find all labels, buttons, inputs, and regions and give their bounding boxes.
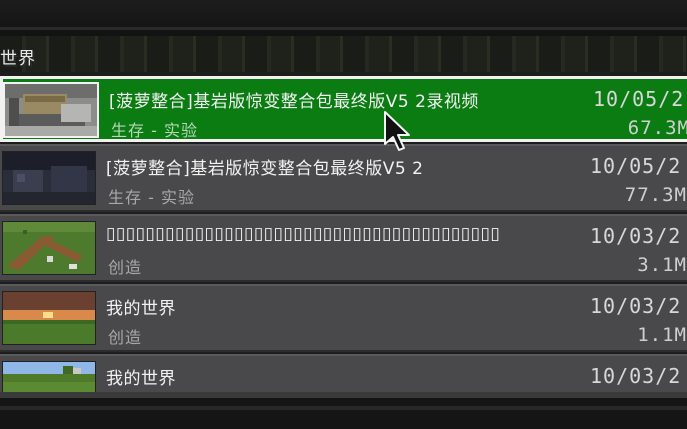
world-date: 10/05/2 bbox=[590, 154, 682, 178]
background-bookshelf bbox=[0, 36, 687, 76]
world-date: 10/05/2 bbox=[593, 87, 685, 111]
world-size: 77.3M bbox=[624, 184, 687, 206]
world-name: [菠萝整合]基岩版惊变整合包最终版V5 2 bbox=[106, 159, 424, 179]
sunset-icon bbox=[2, 291, 96, 345]
world-mode: 创造 bbox=[108, 328, 143, 347]
world-name: 我的世界 bbox=[106, 369, 176, 389]
bottom-bar bbox=[0, 392, 687, 429]
world-mode: 生存 - 实验 bbox=[111, 121, 198, 140]
world-size: 3.1M bbox=[637, 254, 687, 276]
world-name: 我的世界 bbox=[106, 299, 176, 319]
world-date: 10/03/2 bbox=[590, 294, 682, 318]
world-row-selected[interactable]: [菠萝整合]基岩版惊变整合包最终版V5 2录视频 生存 - 实验 10/05/2… bbox=[0, 76, 687, 142]
world-name: [菠萝整合]基岩版惊变整合包最终版V5 2录视频 bbox=[109, 92, 479, 112]
grass-path-icon bbox=[2, 221, 96, 275]
world-name: ▯▯▯▯▯▯▯▯▯▯▯▯▯▯▯▯▯▯▯▯▯▯▯▯▯▯▯▯▯▯▯▯▯▯▯▯▯▯▯▯ bbox=[106, 224, 501, 244]
kitchen-icon bbox=[3, 82, 99, 138]
grass-field-icon bbox=[2, 361, 96, 394]
section-title: 世界 bbox=[0, 49, 36, 69]
world-list[interactable]: [菠萝整合]基岩版惊变整合包最终版V5 2录视频 生存 - 实验 10/05/2… bbox=[0, 72, 687, 394]
dark-room-icon bbox=[2, 151, 96, 205]
world-size: 1.1M bbox=[637, 324, 687, 346]
minecraft-world-select-screen: 世界 [菠萝整合]基岩版惊变整合包最终版V5 2录视频 生存 - 实验 10/0… bbox=[0, 0, 687, 429]
world-row[interactable]: ▯▯▯▯▯▯▯▯▯▯▯▯▯▯▯▯▯▯▯▯▯▯▯▯▯▯▯▯▯▯▯▯▯▯▯▯▯▯▯▯… bbox=[0, 214, 687, 282]
world-mode: 生存 - 实验 bbox=[108, 188, 195, 207]
world-row[interactable]: 我的世界 创造 10/03/2 1.1M bbox=[0, 284, 687, 352]
world-size: 67.3M bbox=[627, 117, 687, 139]
world-date: 10/03/2 bbox=[590, 224, 682, 248]
background-top bbox=[0, 0, 687, 36]
world-row[interactable]: 我的世界 10/03/2 bbox=[0, 354, 687, 394]
world-row[interactable]: [菠萝整合]基岩版惊变整合包最终版V5 2 生存 - 实验 10/05/2 77… bbox=[0, 144, 687, 212]
mouse-pointer-icon bbox=[383, 110, 413, 154]
world-mode: 创造 bbox=[108, 258, 143, 277]
world-date: 10/03/2 bbox=[590, 364, 682, 388]
